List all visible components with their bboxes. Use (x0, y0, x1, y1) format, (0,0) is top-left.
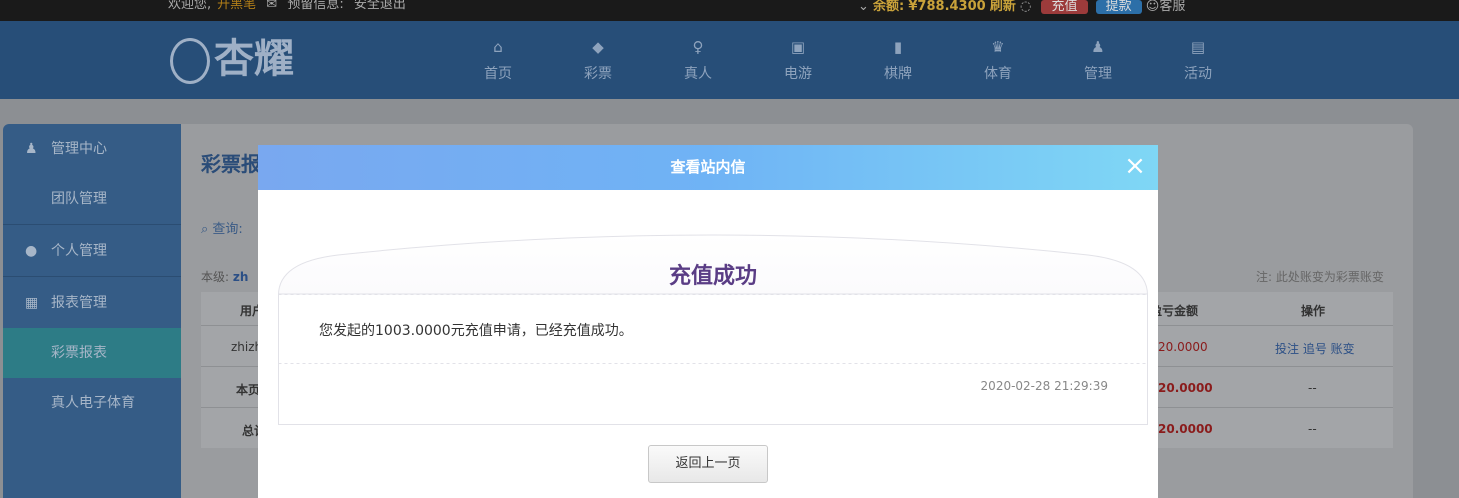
sidebar-item-personal[interactable]: ● 个人管理 (3, 226, 181, 276)
reserve-info-label: 预留信息: (287, 0, 344, 12)
balance-label: 余额: (873, 0, 905, 14)
nav-item-activity[interactable]: ▤ 活动 (1168, 37, 1228, 83)
logo-emblem-icon (170, 38, 210, 84)
live-icon: ♀ (692, 38, 704, 56)
table-cell-profit: 20.0000 (1158, 340, 1208, 354)
game-icon: ▣ (790, 38, 806, 56)
refresh-link[interactable]: 刷新 (990, 0, 1016, 14)
table-cell-profit: 20.0000 (1158, 381, 1213, 395)
home-icon: ⌂ (493, 38, 503, 56)
message-timestamp: 2020-02-28 21:29:39 (980, 379, 1108, 393)
sidebar-item-management-center[interactable]: ♟ 管理中心 (3, 124, 181, 174)
chat-icon[interactable]: ☺ (1146, 0, 1160, 14)
sidebar-item-label: 报表管理 (51, 295, 107, 311)
balance-value: ¥788.4300 (908, 0, 986, 14)
nav-label: 真人 (684, 66, 712, 82)
eye-hide-icon[interactable]: ◌ (1020, 0, 1031, 14)
level-text: 本级: (201, 270, 230, 284)
logout-link[interactable]: 安全退出 (354, 0, 406, 12)
message-card: 充值成功 您发起的1003.0000元充值申请，已经充值成功。 2020-02-… (278, 230, 1148, 425)
brand-logo[interactable]: 杏耀 (170, 29, 315, 89)
nav-label: 电游 (784, 66, 812, 82)
sidebar-item-label: 团队管理 (51, 191, 107, 207)
sidebar-item-label: 真人电子体育 (51, 395, 135, 411)
sidebar-item-label: 彩票报表 (51, 345, 107, 361)
sidebar-item-label: 个人管理 (51, 243, 107, 259)
table-cell-action: -- (1308, 381, 1317, 395)
table-row-actions[interactable]: 投注 追号 账变 (1275, 340, 1355, 357)
table-row-divider (201, 407, 259, 408)
table-row-divider (1158, 366, 1393, 367)
table-cell-user: 本页 (236, 383, 261, 397)
trophy-icon: ♛ (991, 38, 1005, 56)
table-row-divider (201, 325, 259, 326)
brand-name: 杏耀 (214, 36, 294, 82)
users-icon: ♟ (1091, 38, 1105, 56)
table-cell-action: -- (1308, 422, 1317, 436)
sidebar-item-label: 管理中心 (51, 141, 107, 157)
dialog-header: 查看站内信 (258, 145, 1158, 190)
sidebar-divider (3, 276, 181, 277)
nav-item-home[interactable]: ⌂ 首页 (468, 37, 528, 83)
nav-label: 彩票 (584, 66, 612, 82)
sidebar: ♟ 管理中心 团队管理 ● 个人管理 ▦ 报表管理 彩票报表 真人电子体育 (3, 124, 181, 498)
level-label: 本级: zh (201, 268, 248, 285)
top-bar: 欢迎您, 开黑笔 ✉ 预留信息: 安全退出 ⌄ 余额: ¥788.4300 刷新 … (0, 0, 1459, 21)
table-row-divider (1158, 407, 1393, 408)
dialog-title: 查看站内信 (670, 158, 746, 176)
mail-icon[interactable]: ✉ (266, 0, 277, 12)
main-navbar: 杏耀 ⌂ 首页 ◆ 彩票 ♀ 真人 ▣ 电游 ▮ 棋牌 ♛ 体育 ♟ 管理 ▤ 活动 (0, 21, 1459, 99)
service-link[interactable]: 客服 (1159, 0, 1185, 14)
nav-label: 活动 (1184, 66, 1212, 82)
sidebar-item-team[interactable]: 团队管理 (3, 174, 181, 224)
username[interactable]: 开黑笔 (217, 0, 256, 12)
nav-item-lottery[interactable]: ◆ 彩票 (568, 37, 628, 83)
report-icon: ▦ (25, 295, 39, 311)
cards-icon: ▮ (893, 38, 903, 56)
nav-item-cards[interactable]: ▮ 棋牌 (868, 37, 928, 83)
user-icon: ● (25, 243, 38, 259)
page-title: 彩票报 (201, 152, 261, 176)
col-header-action: 操作 (1301, 304, 1326, 318)
nav-item-manage[interactable]: ♟ 管理 (1068, 37, 1128, 83)
close-icon[interactable]: × (1124, 153, 1146, 179)
nav-label: 体育 (984, 66, 1012, 82)
table-cell-profit: 20.0000 (1158, 422, 1213, 436)
sidebar-item-reports[interactable]: ▦ 报表管理 (3, 278, 181, 328)
nav-label: 棋牌 (884, 66, 912, 82)
nav-item-live[interactable]: ♀ 真人 (668, 37, 728, 83)
sidebar-item-live-sports[interactable]: 真人电子体育 (3, 378, 181, 428)
table-row-divider (201, 366, 259, 367)
nav-label: 管理 (1084, 66, 1112, 82)
level-user-link[interactable]: zh (233, 270, 249, 284)
back-button[interactable]: 返回上一页 (648, 445, 768, 483)
query-label[interactable]: ⌕ 查询: (201, 218, 243, 237)
sidebar-item-lottery-report[interactable]: 彩票报表 (3, 328, 181, 378)
sidebar-divider (3, 224, 181, 225)
table-note: 注: 此处账变为彩票账变 (1256, 270, 1384, 284)
recharge-button[interactable]: 充值 (1041, 0, 1088, 14)
withdraw-button[interactable]: 提款 (1095, 0, 1142, 14)
gift-icon: ▤ (1190, 38, 1206, 56)
nav-item-egame[interactable]: ▣ 电游 (768, 37, 828, 83)
lottery-icon: ◆ (592, 38, 604, 56)
message-dialog: 查看站内信 × 充值成功 您发起的1003.0000元充值申请，已经充值成功。 … (258, 145, 1158, 498)
chevron-down-icon[interactable]: ⌄ (858, 0, 869, 14)
welcome-text: 欢迎您, (168, 0, 212, 12)
message-heading: 充值成功 (668, 264, 757, 289)
query-text: 查询: (212, 222, 243, 237)
search-icon: ⌕ (201, 222, 209, 237)
nav-label: 首页 (484, 66, 512, 82)
users-icon: ♟ (25, 141, 38, 157)
nav-item-sports[interactable]: ♛ 体育 (968, 37, 1028, 83)
message-body: 您发起的1003.0000元充值申请，已经充值成功。 (319, 323, 633, 339)
table-row-divider (1158, 325, 1393, 326)
